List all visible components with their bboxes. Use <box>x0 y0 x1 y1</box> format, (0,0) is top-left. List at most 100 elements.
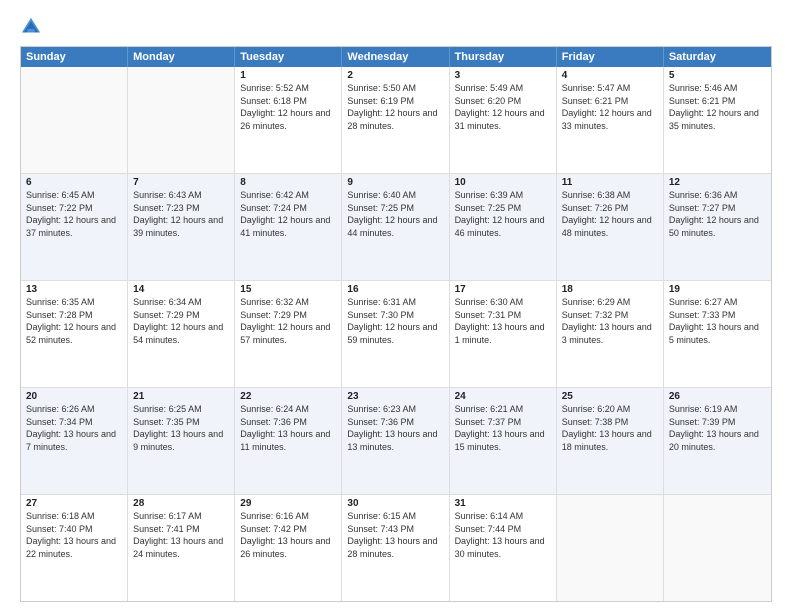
cell-info: Sunrise: 6:32 AM Sunset: 7:29 PM Dayligh… <box>240 296 336 346</box>
cell-info: Sunrise: 6:14 AM Sunset: 7:44 PM Dayligh… <box>455 510 551 560</box>
calendar-cell: 12Sunrise: 6:36 AM Sunset: 7:27 PM Dayli… <box>664 174 771 280</box>
header-day-wednesday: Wednesday <box>342 47 449 67</box>
calendar-cell <box>557 495 664 601</box>
cell-info: Sunrise: 5:52 AM Sunset: 6:18 PM Dayligh… <box>240 82 336 132</box>
day-number: 10 <box>455 177 551 188</box>
calendar-cell: 1Sunrise: 5:52 AM Sunset: 6:18 PM Daylig… <box>235 67 342 173</box>
day-number: 4 <box>562 70 658 81</box>
calendar-cell: 25Sunrise: 6:20 AM Sunset: 7:38 PM Dayli… <box>557 388 664 494</box>
calendar-cell: 20Sunrise: 6:26 AM Sunset: 7:34 PM Dayli… <box>21 388 128 494</box>
calendar-cell: 2Sunrise: 5:50 AM Sunset: 6:19 PM Daylig… <box>342 67 449 173</box>
cell-info: Sunrise: 6:24 AM Sunset: 7:36 PM Dayligh… <box>240 403 336 453</box>
calendar-cell: 21Sunrise: 6:25 AM Sunset: 7:35 PM Dayli… <box>128 388 235 494</box>
header-day-saturday: Saturday <box>664 47 771 67</box>
day-number: 12 <box>669 177 766 188</box>
cell-info: Sunrise: 6:40 AM Sunset: 7:25 PM Dayligh… <box>347 189 443 239</box>
day-number: 5 <box>669 70 766 81</box>
day-number: 22 <box>240 391 336 402</box>
logo-icon <box>20 16 42 38</box>
calendar-cell: 19Sunrise: 6:27 AM Sunset: 7:33 PM Dayli… <box>664 281 771 387</box>
header-day-sunday: Sunday <box>21 47 128 67</box>
calendar-cell: 30Sunrise: 6:15 AM Sunset: 7:43 PM Dayli… <box>342 495 449 601</box>
day-number: 9 <box>347 177 443 188</box>
calendar-cell: 11Sunrise: 6:38 AM Sunset: 7:26 PM Dayli… <box>557 174 664 280</box>
calendar-cell: 4Sunrise: 5:47 AM Sunset: 6:21 PM Daylig… <box>557 67 664 173</box>
calendar-week-5: 27Sunrise: 6:18 AM Sunset: 7:40 PM Dayli… <box>21 495 771 601</box>
calendar-cell: 24Sunrise: 6:21 AM Sunset: 7:37 PM Dayli… <box>450 388 557 494</box>
day-number: 28 <box>133 498 229 509</box>
cell-info: Sunrise: 6:31 AM Sunset: 7:30 PM Dayligh… <box>347 296 443 346</box>
day-number: 26 <box>669 391 766 402</box>
cell-info: Sunrise: 6:16 AM Sunset: 7:42 PM Dayligh… <box>240 510 336 560</box>
cell-info: Sunrise: 6:35 AM Sunset: 7:28 PM Dayligh… <box>26 296 122 346</box>
cell-info: Sunrise: 5:49 AM Sunset: 6:20 PM Dayligh… <box>455 82 551 132</box>
day-number: 18 <box>562 284 658 295</box>
page: SundayMondayTuesdayWednesdayThursdayFrid… <box>0 0 792 612</box>
calendar-cell: 7Sunrise: 6:43 AM Sunset: 7:23 PM Daylig… <box>128 174 235 280</box>
header <box>20 16 772 38</box>
header-day-friday: Friday <box>557 47 664 67</box>
day-number: 2 <box>347 70 443 81</box>
day-number: 21 <box>133 391 229 402</box>
calendar-cell <box>128 67 235 173</box>
calendar-cell: 13Sunrise: 6:35 AM Sunset: 7:28 PM Dayli… <box>21 281 128 387</box>
calendar-cell: 8Sunrise: 6:42 AM Sunset: 7:24 PM Daylig… <box>235 174 342 280</box>
cell-info: Sunrise: 6:18 AM Sunset: 7:40 PM Dayligh… <box>26 510 122 560</box>
calendar-week-4: 20Sunrise: 6:26 AM Sunset: 7:34 PM Dayli… <box>21 388 771 495</box>
calendar-cell: 27Sunrise: 6:18 AM Sunset: 7:40 PM Dayli… <box>21 495 128 601</box>
day-number: 16 <box>347 284 443 295</box>
calendar-week-1: 1Sunrise: 5:52 AM Sunset: 6:18 PM Daylig… <box>21 67 771 174</box>
calendar-cell: 6Sunrise: 6:45 AM Sunset: 7:22 PM Daylig… <box>21 174 128 280</box>
calendar-cell: 10Sunrise: 6:39 AM Sunset: 7:25 PM Dayli… <box>450 174 557 280</box>
cell-info: Sunrise: 6:36 AM Sunset: 7:27 PM Dayligh… <box>669 189 766 239</box>
calendar-cell: 28Sunrise: 6:17 AM Sunset: 7:41 PM Dayli… <box>128 495 235 601</box>
day-number: 31 <box>455 498 551 509</box>
calendar-week-2: 6Sunrise: 6:45 AM Sunset: 7:22 PM Daylig… <box>21 174 771 281</box>
calendar-cell: 15Sunrise: 6:32 AM Sunset: 7:29 PM Dayli… <box>235 281 342 387</box>
calendar-cell <box>21 67 128 173</box>
calendar-cell: 16Sunrise: 6:31 AM Sunset: 7:30 PM Dayli… <box>342 281 449 387</box>
calendar-cell: 29Sunrise: 6:16 AM Sunset: 7:42 PM Dayli… <box>235 495 342 601</box>
day-number: 23 <box>347 391 443 402</box>
day-number: 8 <box>240 177 336 188</box>
cell-info: Sunrise: 6:29 AM Sunset: 7:32 PM Dayligh… <box>562 296 658 346</box>
header-day-tuesday: Tuesday <box>235 47 342 67</box>
calendar-cell: 22Sunrise: 6:24 AM Sunset: 7:36 PM Dayli… <box>235 388 342 494</box>
cell-info: Sunrise: 6:17 AM Sunset: 7:41 PM Dayligh… <box>133 510 229 560</box>
cell-info: Sunrise: 5:47 AM Sunset: 6:21 PM Dayligh… <box>562 82 658 132</box>
cell-info: Sunrise: 6:27 AM Sunset: 7:33 PM Dayligh… <box>669 296 766 346</box>
cell-info: Sunrise: 5:50 AM Sunset: 6:19 PM Dayligh… <box>347 82 443 132</box>
calendar: SundayMondayTuesdayWednesdayThursdayFrid… <box>20 46 772 602</box>
cell-info: Sunrise: 6:34 AM Sunset: 7:29 PM Dayligh… <box>133 296 229 346</box>
day-number: 25 <box>562 391 658 402</box>
header-day-monday: Monday <box>128 47 235 67</box>
cell-info: Sunrise: 6:21 AM Sunset: 7:37 PM Dayligh… <box>455 403 551 453</box>
cell-info: Sunrise: 5:46 AM Sunset: 6:21 PM Dayligh… <box>669 82 766 132</box>
cell-info: Sunrise: 6:39 AM Sunset: 7:25 PM Dayligh… <box>455 189 551 239</box>
cell-info: Sunrise: 6:30 AM Sunset: 7:31 PM Dayligh… <box>455 296 551 346</box>
calendar-body: 1Sunrise: 5:52 AM Sunset: 6:18 PM Daylig… <box>21 67 771 601</box>
day-number: 1 <box>240 70 336 81</box>
cell-info: Sunrise: 6:38 AM Sunset: 7:26 PM Dayligh… <box>562 189 658 239</box>
logo <box>20 16 46 38</box>
day-number: 15 <box>240 284 336 295</box>
day-number: 19 <box>669 284 766 295</box>
cell-info: Sunrise: 6:26 AM Sunset: 7:34 PM Dayligh… <box>26 403 122 453</box>
cell-info: Sunrise: 6:19 AM Sunset: 7:39 PM Dayligh… <box>669 403 766 453</box>
day-number: 7 <box>133 177 229 188</box>
calendar-cell: 31Sunrise: 6:14 AM Sunset: 7:44 PM Dayli… <box>450 495 557 601</box>
day-number: 17 <box>455 284 551 295</box>
cell-info: Sunrise: 6:25 AM Sunset: 7:35 PM Dayligh… <box>133 403 229 453</box>
day-number: 30 <box>347 498 443 509</box>
calendar-cell: 5Sunrise: 5:46 AM Sunset: 6:21 PM Daylig… <box>664 67 771 173</box>
day-number: 3 <box>455 70 551 81</box>
day-number: 14 <box>133 284 229 295</box>
day-number: 29 <box>240 498 336 509</box>
cell-info: Sunrise: 6:45 AM Sunset: 7:22 PM Dayligh… <box>26 189 122 239</box>
calendar-cell: 9Sunrise: 6:40 AM Sunset: 7:25 PM Daylig… <box>342 174 449 280</box>
cell-info: Sunrise: 6:15 AM Sunset: 7:43 PM Dayligh… <box>347 510 443 560</box>
cell-info: Sunrise: 6:23 AM Sunset: 7:36 PM Dayligh… <box>347 403 443 453</box>
calendar-week-3: 13Sunrise: 6:35 AM Sunset: 7:28 PM Dayli… <box>21 281 771 388</box>
day-number: 6 <box>26 177 122 188</box>
calendar-cell: 23Sunrise: 6:23 AM Sunset: 7:36 PM Dayli… <box>342 388 449 494</box>
